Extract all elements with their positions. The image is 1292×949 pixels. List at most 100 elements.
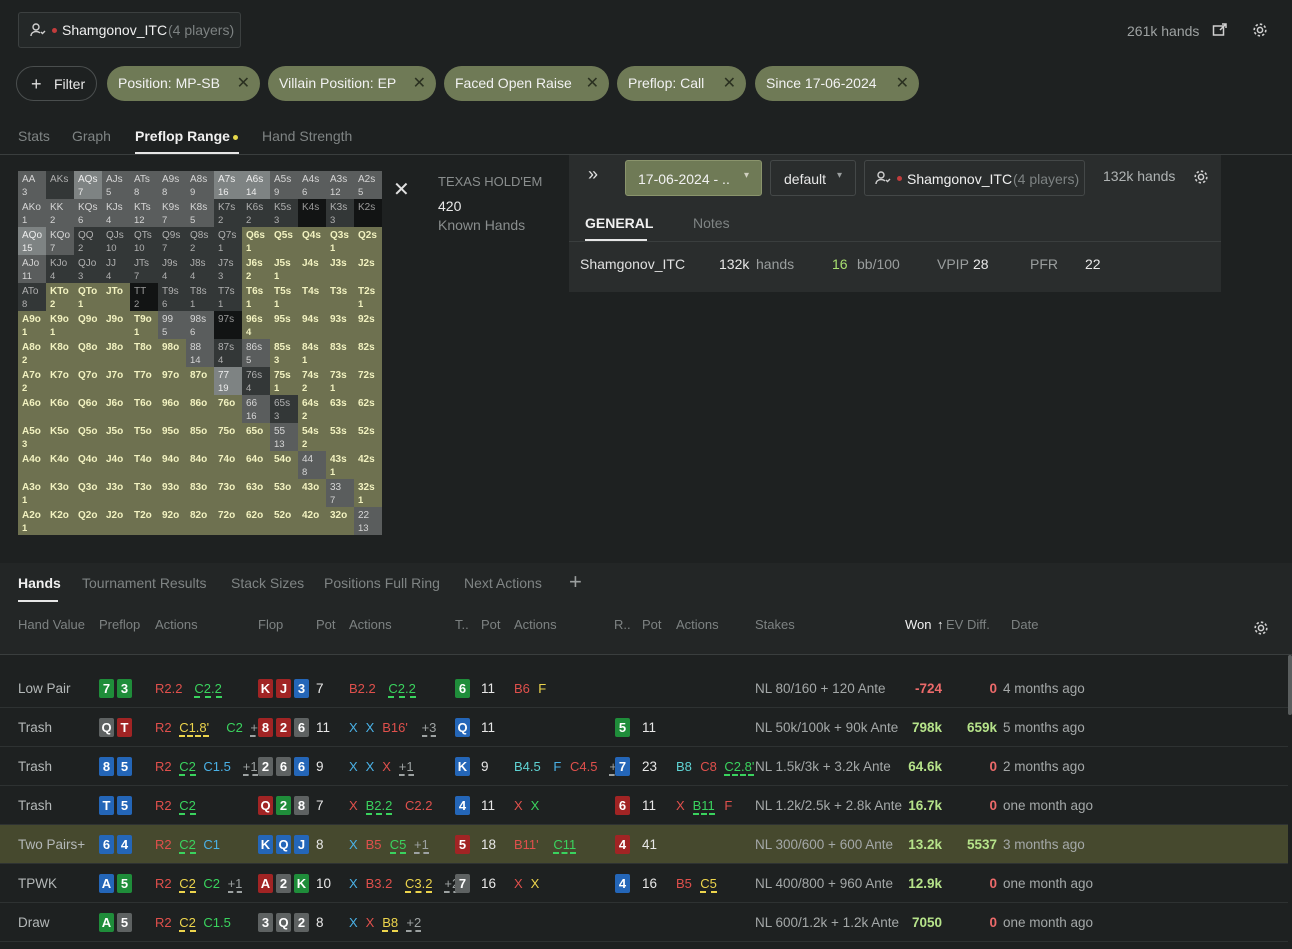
range-cell[interactable]: 86s 5 <box>242 339 270 367</box>
range-cell[interactable]: A9o 1 <box>18 311 46 339</box>
range-cell[interactable]: Q8s 2 <box>186 227 214 255</box>
tab-preflop-range[interactable]: Preflop Range <box>135 128 230 144</box>
range-cell[interactable]: 95o <box>158 423 186 451</box>
range-cell[interactable]: Q6s 1 <box>242 227 270 255</box>
range-cell[interactable]: 55 13 <box>270 423 298 451</box>
range-cell[interactable]: TT 2 <box>130 283 158 311</box>
range-cell[interactable]: AKs <box>46 171 74 199</box>
range-cell[interactable]: 53o <box>270 479 298 507</box>
range-cell[interactable]: JTs 7 <box>130 255 158 283</box>
filter-pill-preflop[interactable]: Preflop: Call ✕ <box>617 66 746 101</box>
range-cell[interactable]: A3s 12 <box>326 171 354 199</box>
range-cell[interactable]: 96o <box>158 395 186 423</box>
range-cell[interactable]: 44 8 <box>298 451 326 479</box>
range-cell[interactable]: Q2s <box>354 227 382 255</box>
range-cell[interactable]: J5o <box>102 423 130 451</box>
range-cell[interactable]: Q4s <box>298 227 326 255</box>
table-row[interactable]: Draw A 5 R2 C2 C1.5 3 Q 2 8 X X B8 +2 NL 600/1.2k + 1.… <box>0 903 1288 942</box>
col-hand-value[interactable]: Hand Value <box>18 617 85 632</box>
range-cell[interactable]: KJs 4 <box>102 199 130 227</box>
range-cell[interactable]: 75s 1 <box>270 367 298 395</box>
col-river-pot[interactable]: Pot <box>642 617 662 632</box>
col-flop-actions[interactable]: Actions <box>349 617 392 632</box>
table-row[interactable]: Two Pairs+ 6 4 R2 C2 C1 K Q J 8 X B5 C5 +1 5 18 B11' C11 4… <box>0 825 1288 864</box>
filter-pill-position[interactable]: Position: MP-SB ✕ <box>107 66 260 101</box>
range-cell[interactable]: AKo 1 <box>18 199 46 227</box>
tab-stats[interactable]: Stats <box>18 128 50 144</box>
range-cell[interactable]: Q2o <box>74 507 102 535</box>
range-cell[interactable]: 32s 1 <box>354 479 382 507</box>
range-cell[interactable]: J8o <box>102 339 130 367</box>
remove-filter-icon[interactable]: ✕ <box>723 66 736 101</box>
filter-pill-faced-open-raise[interactable]: Faced Open Raise ✕ <box>444 66 609 101</box>
col-stakes[interactable]: Stakes <box>755 617 795 632</box>
panel-tab-general[interactable]: GENERAL <box>585 215 653 231</box>
range-cell[interactable]: T5o <box>130 423 158 451</box>
range-cell[interactable]: T3s <box>326 283 354 311</box>
range-cell[interactable]: 54s 2 <box>298 423 326 451</box>
range-cell[interactable]: AA 3 <box>18 171 46 199</box>
lower-tab-stack-sizes[interactable]: Stack Sizes <box>231 575 304 591</box>
range-cell[interactable]: 76s 4 <box>242 367 270 395</box>
table-row[interactable]: Trash85R2C2C1.5+12669XXX+1K9B4.5FC4.5+17… <box>0 747 1288 786</box>
range-cell[interactable]: KQs 6 <box>74 199 102 227</box>
range-cell[interactable]: AQo 15 <box>18 227 46 255</box>
range-cell[interactable]: 83o <box>186 479 214 507</box>
range-cell[interactable]: J3s <box>326 255 354 283</box>
export-icon[interactable] <box>1212 22 1228 38</box>
lower-tab-tournament-results[interactable]: Tournament Results <box>82 575 207 591</box>
range-cell[interactable]: J6o <box>102 395 130 423</box>
range-cell[interactable]: 42o <box>298 507 326 535</box>
range-cell[interactable]: Q3s 1 <box>326 227 354 255</box>
range-cell[interactable]: 54o <box>270 451 298 479</box>
preset-select[interactable]: default ▾ <box>770 160 856 196</box>
range-cell[interactable]: T2s 1 <box>354 283 382 311</box>
table-row[interactable]: Low Pair 7 3 R2.2 C2.2 K J 3 7 B2.2 C2.2 6 11 B6 F NL 8… <box>0 669 1288 708</box>
range-cell[interactable]: 75o <box>214 423 242 451</box>
range-cell[interactable]: A6o <box>18 395 46 423</box>
close-icon[interactable]: ✕ <box>393 180 410 200</box>
col-date[interactable]: Date <box>1011 617 1038 632</box>
col-preflop[interactable]: Preflop <box>99 617 140 632</box>
range-cell[interactable]: JJ 4 <box>102 255 130 283</box>
range-cell[interactable]: K9o 1 <box>46 311 74 339</box>
range-cell[interactable]: Q8o <box>74 339 102 367</box>
range-cell[interactable]: ATo 8 <box>18 283 46 311</box>
range-cell[interactable]: 42s <box>354 451 382 479</box>
range-cell[interactable]: 85s 3 <box>270 339 298 367</box>
range-cell[interactable]: K6s 2 <box>242 199 270 227</box>
range-cell[interactable]: T8s 1 <box>186 283 214 311</box>
range-cell[interactable]: 32o <box>326 507 354 535</box>
range-cell[interactable]: 92s <box>354 311 382 339</box>
range-cell[interactable]: QTs 10 <box>130 227 158 255</box>
player-selector[interactable]: Shamgonov_ITC (4 players) <box>18 12 241 48</box>
range-cell[interactable]: T7o <box>130 367 158 395</box>
range-cell[interactable]: 87o <box>186 367 214 395</box>
col-won[interactable]: Won <box>905 617 932 632</box>
col-ev-diff[interactable]: EV Diff. <box>946 617 990 632</box>
range-cell[interactable]: 99 5 <box>158 311 186 339</box>
range-cell[interactable]: T4o <box>130 451 158 479</box>
range-cell[interactable]: 97s <box>214 311 242 339</box>
range-cell[interactable]: K8s 5 <box>186 199 214 227</box>
range-cell[interactable]: K7o <box>46 367 74 395</box>
range-cell[interactable]: KTo 2 <box>46 283 74 311</box>
range-cell[interactable]: 74s 2 <box>298 367 326 395</box>
range-cell[interactable]: 53s <box>326 423 354 451</box>
range-cell[interactable]: 98s 6 <box>186 311 214 339</box>
range-cell[interactable]: J9s 4 <box>158 255 186 283</box>
filter-pill-villain-position[interactable]: Villain Position: EP ✕ <box>268 66 436 101</box>
range-cell[interactable]: KJo 4 <box>46 255 74 283</box>
range-cell[interactable]: J8s 4 <box>186 255 214 283</box>
range-cell[interactable]: A8o 2 <box>18 339 46 367</box>
range-cell[interactable]: 52o <box>270 507 298 535</box>
range-cell[interactable]: K8o <box>46 339 74 367</box>
range-cell[interactable]: 64o <box>242 451 270 479</box>
col-river-actions[interactable]: Actions <box>676 617 719 632</box>
range-cell[interactable]: 77 19 <box>214 367 242 395</box>
range-cell[interactable]: 66 16 <box>242 395 270 423</box>
remove-filter-icon[interactable]: ✕ <box>237 66 250 101</box>
range-cell[interactable]: ATs 8 <box>130 171 158 199</box>
filter-pill-since[interactable]: Since 17-06-2024 ✕ <box>755 66 919 101</box>
range-cell[interactable]: 94s <box>298 311 326 339</box>
